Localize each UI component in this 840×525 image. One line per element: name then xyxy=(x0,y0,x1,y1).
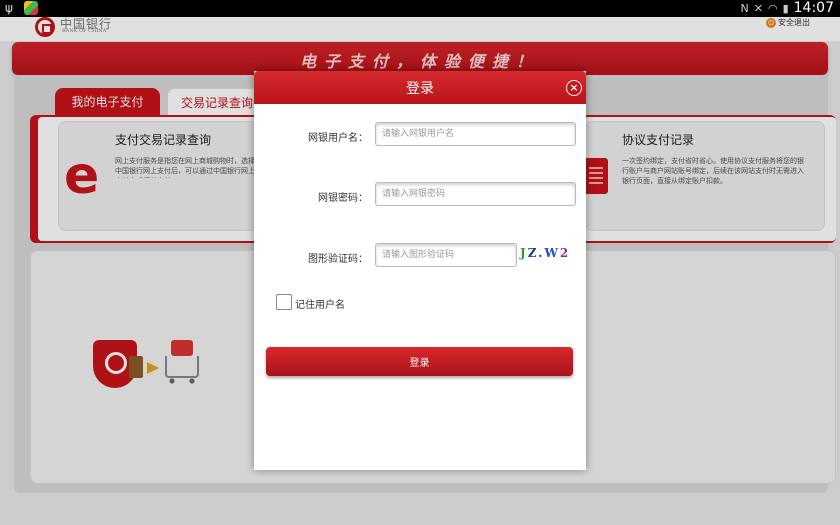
remember-checkbox[interactable] xyxy=(276,294,292,310)
login-button[interactable]: 登录 xyxy=(266,347,573,376)
mute-icon: ✕ xyxy=(753,2,763,15)
nfc-icon: N xyxy=(740,2,749,15)
app-icon xyxy=(24,1,38,15)
battery-icon: ▮ xyxy=(782,2,789,15)
password-label: 网银密码： xyxy=(318,193,368,204)
status-bar: ψ N ✕ ◠ ▮ 14:07 xyxy=(0,0,840,17)
remember-label: 记住用户名 xyxy=(295,300,345,311)
password-input[interactable] xyxy=(375,182,576,206)
captcha-label: 图形验证码： xyxy=(308,254,368,265)
captcha-image[interactable]: JZ.W2 xyxy=(520,246,572,266)
captcha-char: Z xyxy=(527,246,539,260)
captcha-char: W xyxy=(544,246,560,260)
dialog-header: 登录 × xyxy=(254,71,586,104)
captcha-input[interactable] xyxy=(375,243,517,267)
clock: 14:07 xyxy=(793,0,834,16)
captcha-char: 2 xyxy=(559,246,571,260)
wifi-icon: ◠ xyxy=(767,2,778,15)
captcha-char: J xyxy=(520,246,528,260)
username-input[interactable] xyxy=(375,122,576,146)
login-dialog: 登录 × 网银用户名： 网银密码： 图形验证码： JZ.W2 记住用户名 登录 xyxy=(254,71,586,470)
dialog-title: 登录 xyxy=(406,81,434,97)
usb-icon: ψ xyxy=(5,1,13,15)
username-label: 网银用户名： xyxy=(308,133,368,144)
close-button[interactable]: × xyxy=(566,80,582,96)
status-icons: N ✕ ◠ ▮ 14:07 xyxy=(741,0,834,17)
